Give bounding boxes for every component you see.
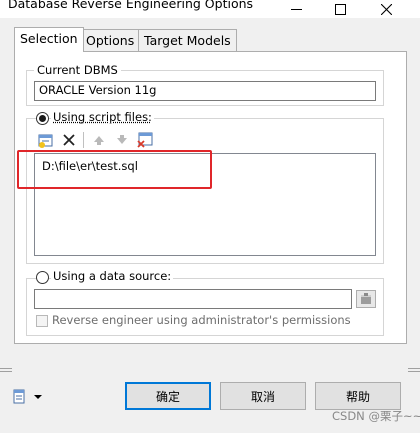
ok-button[interactable]: 确定	[125, 382, 211, 410]
maximize-icon	[334, 3, 346, 15]
dialog-window: Database Reverse Engineering Options Sel…	[0, 0, 420, 433]
chevron-down-icon	[34, 395, 42, 399]
script-files-radio-label[interactable]: Using script files:	[51, 110, 154, 124]
close-button[interactable]	[372, 0, 400, 18]
title-bar[interactable]: Database Reverse Engineering Options	[0, 0, 420, 18]
tab-selection[interactable]: Selection	[14, 27, 84, 52]
cancel-button[interactable]: 取消	[220, 382, 306, 410]
right-divider	[408, 368, 420, 369]
move-down-icon	[117, 135, 127, 144]
left-divider-2	[0, 371, 12, 372]
right-divider-2	[408, 371, 420, 372]
toolbar-separator	[83, 132, 84, 148]
database-icon	[361, 293, 371, 304]
tab-options[interactable]: Options	[80, 29, 141, 51]
add-file-button[interactable]	[37, 131, 55, 149]
admin-permissions-label: Reverse engineer using administrator's p…	[52, 313, 351, 327]
admin-permissions-checkbox[interactable]	[36, 315, 48, 327]
delete-button[interactable]	[60, 131, 78, 149]
data-source-radio-label[interactable]: Using a data source:	[51, 269, 174, 283]
move-up-icon	[94, 136, 104, 145]
left-divider	[0, 368, 12, 369]
clear-list-icon	[137, 132, 153, 148]
move-up-button[interactable]	[90, 131, 108, 149]
highlight-box	[17, 150, 212, 189]
window-title: Database Reverse Engineering Options	[8, 0, 254, 11]
model-icon	[13, 389, 25, 404]
delete-icon	[63, 134, 75, 146]
minimize-button[interactable]	[282, 0, 310, 18]
watermark-text: CSDN @栗子~~	[332, 409, 420, 423]
data-source-browse-button[interactable]	[356, 290, 376, 308]
close-icon	[380, 3, 392, 15]
data-source-radio[interactable]	[36, 271, 49, 284]
add-file-icon	[38, 134, 53, 148]
model-dropdown-button[interactable]	[13, 388, 47, 406]
data-source-field[interactable]	[34, 289, 352, 309]
minimize-icon	[290, 8, 302, 10]
clear-list-button[interactable]	[136, 131, 154, 149]
current-dbms-field: ORACLE Version 11g	[34, 81, 376, 101]
help-button[interactable]: 帮助	[315, 382, 401, 410]
maximize-button[interactable]	[326, 0, 354, 18]
move-down-button[interactable]	[113, 131, 131, 149]
tab-target-models[interactable]: Target Models	[138, 29, 237, 51]
current-dbms-label: Current DBMS	[34, 63, 121, 77]
script-files-radio[interactable]	[36, 112, 49, 125]
